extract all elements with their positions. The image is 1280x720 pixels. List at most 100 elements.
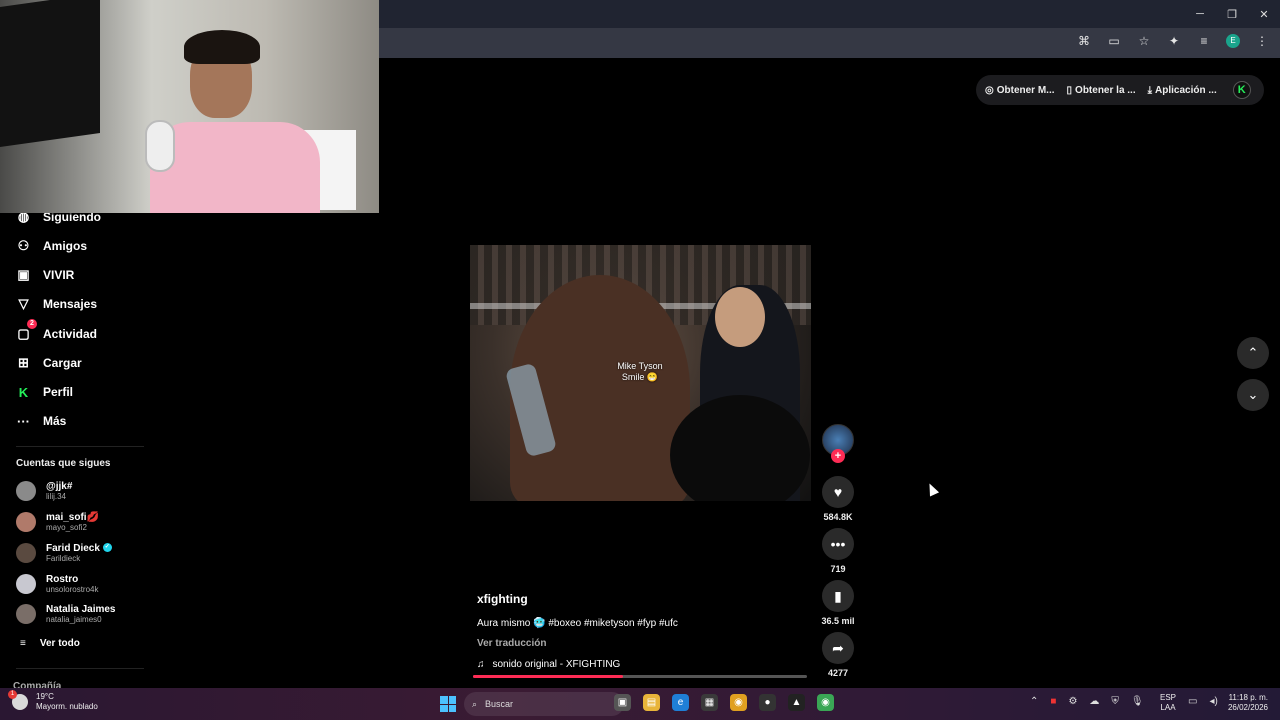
system-tray: ⌃ ■ ⚙ ☁ ⛨ 🎙 <box>1030 696 1144 707</box>
live-icon: ▣ <box>17 267 30 282</box>
media-icon[interactable]: ≡ <box>1196 34 1212 48</box>
translate-link[interactable]: Ver traducción <box>477 638 807 649</box>
nav-live[interactable]: ▣ VIVIR <box>16 265 74 285</box>
chrome-icon[interactable]: ◉ <box>730 694 747 711</box>
video-progress-bar[interactable] <box>473 675 807 678</box>
language-indicator[interactable]: ESP LAA <box>1160 693 1176 713</box>
following-account[interactable]: Rostro unsolorostro4k <box>16 571 98 597</box>
translate-icon[interactable]: ⌘ <box>1076 34 1092 48</box>
next-video-button[interactable]: ⌄ <box>1237 379 1269 411</box>
sidebar: ◍ Siguiendo ⚇ Amigos ▣ VIVIR ▽ Mensajes ▢ 2 Ac… <box>0 206 160 692</box>
avatar <box>16 574 36 594</box>
see-all-button[interactable]: ≡ Ver todo <box>20 638 80 649</box>
capcut-icon[interactable]: ▲ <box>788 694 805 711</box>
get-app-button[interactable]: ▯ Obtener la ... <box>1067 85 1136 96</box>
volume-icon[interactable]: ◂) <box>1209 696 1217 707</box>
activity-badge: 2 <box>27 319 37 329</box>
system-status-icons: ▭ ◂) <box>1188 696 1218 707</box>
settings-icon[interactable]: ⚙ <box>1068 696 1077 707</box>
chevron-down-icon: ⌄ <box>1247 387 1259 402</box>
edge-icon[interactable]: e <box>672 694 689 711</box>
avatar <box>16 543 36 563</box>
file-explorer-icon[interactable]: ▤ <box>643 694 660 711</box>
weather-widget[interactable]: 1 19°C Mayorm. nublado <box>8 690 98 712</box>
nav-messages[interactable]: ▽ Mensajes <box>16 294 98 314</box>
user-avatar[interactable]: K <box>1232 81 1251 99</box>
nav-friends[interactable]: ⚇ Amigos <box>16 236 87 256</box>
get-coins-button[interactable]: ◎ Obtener M... <box>985 85 1055 96</box>
following-account[interactable]: @jjk# lilij.34 <box>16 478 72 504</box>
post-text: Aura mismo 🥶 #boxeo #miketyson #fyp #ufc <box>477 618 678 629</box>
nav-more[interactable]: ··· Más <box>16 411 66 431</box>
activity-icon: ▢ 2 <box>16 319 37 342</box>
verified-icon: ✓ <box>102 543 112 553</box>
bookmark-icon: ▮ <box>822 580 854 612</box>
nav-profile[interactable]: K Perfil <box>16 382 73 402</box>
cloud-sync-icon[interactable]: ☁ <box>1089 696 1099 707</box>
chevron-up-icon[interactable]: ⌃ <box>1030 696 1038 707</box>
like-button[interactable]: ♥ 584.8K <box>822 476 854 522</box>
security-icon[interactable]: ⛨ <box>1111 696 1119 707</box>
following-account[interactable]: Natalia Jaimes natalia_jaimes0 <box>16 601 116 627</box>
microphone-icon[interactable]: 🎙 <box>1131 696 1144 707</box>
obs-icon[interactable]: ● <box>759 694 776 711</box>
maximize-button[interactable]: ❐ <box>1216 0 1248 28</box>
sidebar-divider <box>16 668 144 669</box>
share-button[interactable]: ➦ 4277 <box>822 632 854 678</box>
store-icon[interactable]: ▦ <box>701 694 718 711</box>
cloud-icon: 1 <box>8 690 28 710</box>
network-icon[interactable]: ▭ <box>1188 696 1197 707</box>
nav-upload[interactable]: ⊞ Cargar <box>16 353 82 373</box>
save-button[interactable]: ▮ 36.5 mil <box>821 580 855 626</box>
windows-taskbar: 1 19°C Mayorm. nublado ⌕ Buscar ▣ ▤ e ▦ ◉… <box>0 688 1280 720</box>
share-icon: ➦ <box>822 632 854 664</box>
chevron-up-icon: ⌃ <box>1247 345 1259 360</box>
follow-button[interactable]: + <box>831 449 845 463</box>
profile-avatar[interactable]: E <box>1226 34 1240 48</box>
extensions-icon[interactable]: ✦ <box>1166 34 1182 48</box>
avatar <box>16 481 36 501</box>
nav-activity[interactable]: ▢ 2 Actividad <box>16 319 97 344</box>
avatar <box>16 512 36 532</box>
close-button[interactable]: ✕ <box>1248 0 1280 28</box>
taskview-icon[interactable]: ▣ <box>614 694 631 711</box>
video-caption-overlay: Mike Tyson Smile 😁 <box>617 361 663 382</box>
chrome-profile-icon[interactable]: ◉ <box>817 694 834 711</box>
download-icon: ⤓ <box>1147 84 1153 96</box>
search-icon: ⌕ <box>472 698 478 709</box>
app-tray-icon[interactable]: ■ <box>1050 696 1056 707</box>
comment-count: 719 <box>830 564 846 574</box>
save-count: 36.5 mil <box>821 616 855 626</box>
menu-icon[interactable]: ⋮ <box>1254 34 1270 48</box>
share-count: 4277 <box>827 668 849 678</box>
post-username[interactable]: xfighting <box>477 592 807 606</box>
messages-icon: ▽ <box>18 296 29 311</box>
heart-icon: ♥ <box>822 476 854 508</box>
phone-icon: ▯ <box>1066 84 1073 96</box>
comment-button[interactable]: ••• 719 <box>822 528 854 574</box>
avatar <box>16 604 36 624</box>
following-section-title: Cuentas que sigues <box>16 458 111 469</box>
start-button[interactable] <box>440 696 456 712</box>
music-note-icon: ♫ <box>477 659 485 670</box>
minimize-button[interactable]: ─ <box>1184 0 1216 28</box>
mouse-cursor <box>924 481 940 497</box>
video-player[interactable]: Mike Tyson Smile 😁 <box>470 245 811 501</box>
sound-link[interactable]: ♫ sonido original - XFIGHTING <box>477 659 807 670</box>
star-icon[interactable]: ☆ <box>1136 34 1152 48</box>
cast-icon[interactable]: ▭ <box>1106 34 1122 48</box>
post-description: xfighting Aura mismo 🥶 #boxeo #miketyson… <box>477 592 807 670</box>
top-actions-bar: ◎ Obtener M... ▯ Obtener la ... ⤓ Aplicació… <box>976 75 1264 105</box>
profile-icon: K <box>18 384 29 400</box>
following-account[interactable]: mai_sofi💋 mayo_sofi2 <box>16 509 99 535</box>
following-account[interactable]: Farid Dieck ✓ Farildieck <box>16 540 112 566</box>
taskbar-clock[interactable]: 11:18 p. m. 26/02/2026 <box>1224 693 1268 713</box>
webcam-overlay <box>0 0 379 213</box>
desktop-app-button[interactable]: ⤓ Aplicación ... <box>1148 85 1217 96</box>
comment-icon: ••• <box>822 528 854 560</box>
taskbar-search[interactable]: ⌕ Buscar <box>464 692 624 716</box>
window-controls: ─ ❐ ✕ <box>1184 0 1280 28</box>
list-icon: ≡ <box>20 638 26 649</box>
previous-video-button[interactable]: ⌃ <box>1237 337 1269 369</box>
like-count: 584.8K <box>823 512 853 522</box>
